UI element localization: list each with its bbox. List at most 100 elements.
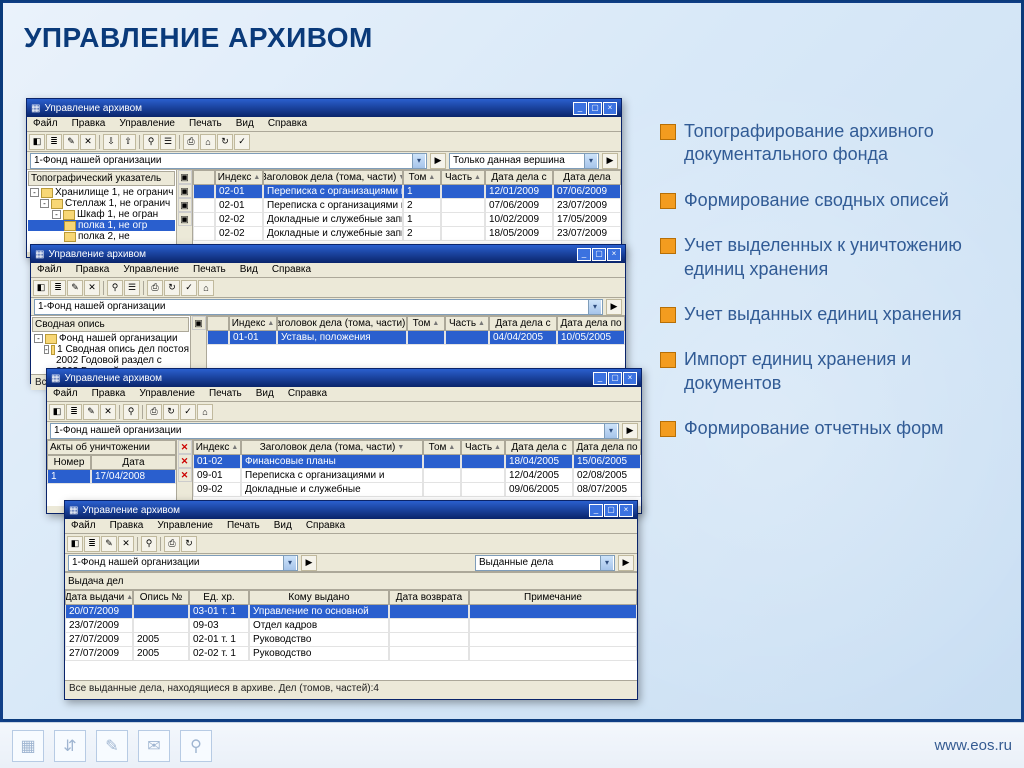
fund-combo[interactable]: 1-Фонд нашей организации (34, 299, 603, 315)
fund-combo[interactable]: 1-Фонд нашей организации (50, 423, 619, 439)
col-date[interactable]: Дата (91, 455, 176, 470)
col-part[interactable]: Часть (461, 440, 505, 455)
col-part[interactable]: Часть (445, 316, 489, 331)
go-icon[interactable]: ▶ (602, 153, 618, 169)
row-action-icon[interactable]: ▣ (192, 316, 206, 330)
col-title[interactable]: Заголовок дела (тома, части) (263, 170, 403, 185)
go-icon[interactable]: ▶ (430, 153, 446, 169)
tool-icon[interactable]: ≣ (84, 536, 100, 552)
tree-node[interactable]: 1 Сводная опись дел постоя (57, 344, 189, 355)
tool-icon[interactable]: ≣ (46, 134, 62, 150)
go-icon[interactable]: ▶ (301, 555, 317, 571)
delete-icon[interactable]: ✕ (178, 468, 192, 482)
menu-manage[interactable]: Управление (115, 117, 179, 131)
tree-node[interactable]: Стеллаж 1, не огранич (65, 198, 170, 209)
tool-icon[interactable]: ◧ (67, 536, 83, 552)
tool-icon[interactable]: ◧ (33, 280, 49, 296)
tool-icon[interactable]: ⚲ (123, 404, 139, 420)
tool-icon[interactable]: ☰ (124, 280, 140, 296)
menu-view[interactable]: Вид (252, 387, 278, 401)
menu-view[interactable]: Вид (270, 519, 296, 533)
col-date-to[interactable]: Дата дела по (573, 440, 641, 455)
menu-help[interactable]: Справка (264, 117, 311, 131)
menu-edit[interactable]: Правка (68, 117, 110, 131)
close-icon[interactable]: × (623, 372, 637, 385)
tool-icon[interactable]: ⚲ (143, 134, 159, 150)
titlebar[interactable]: ▦Управление архивом _▢× (47, 369, 641, 387)
go-icon[interactable]: ▶ (618, 555, 634, 571)
menu-help[interactable]: Справка (268, 263, 315, 277)
tool-icon[interactable]: ✕ (80, 134, 96, 150)
table-row[interactable]: 01-01Уставы, положения04/04/200510/05/20… (207, 331, 625, 345)
maximize-icon[interactable]: ▢ (608, 372, 622, 385)
tool-icon[interactable]: ⎙ (146, 404, 162, 420)
titlebar[interactable]: ▦Управление архивом _▢× (31, 245, 625, 263)
menu-print[interactable]: Печать (185, 117, 226, 131)
maximize-icon[interactable]: ▢ (588, 102, 602, 115)
delete-icon[interactable]: ✕ (178, 454, 192, 468)
fund-combo[interactable]: 1-Фонд нашей организации (68, 555, 298, 571)
col-tom[interactable]: Том (407, 316, 445, 331)
tool-icon[interactable]: ⌂ (200, 134, 216, 150)
minimize-icon[interactable]: _ (589, 504, 603, 517)
tool-icon[interactable]: ↻ (181, 536, 197, 552)
col-note[interactable]: Примечание (469, 590, 637, 605)
table-row[interactable]: 09-02Докладные и служебные09/06/200508/0… (193, 483, 641, 497)
tool-icon[interactable]: ✓ (234, 134, 250, 150)
col-index[interactable]: Индекс (215, 170, 263, 185)
col-index[interactable]: Индекс (193, 440, 241, 455)
menu-file[interactable]: Файл (49, 387, 82, 401)
tree-node[interactable]: полка 1, не огр (78, 220, 147, 231)
tool-icon[interactable]: ◧ (49, 404, 65, 420)
col-icon[interactable] (193, 170, 215, 185)
tool-icon[interactable]: ✎ (67, 280, 83, 296)
tree-node[interactable]: Шкаф 1, не огран (77, 209, 158, 220)
col-issued-to[interactable]: Кому выдано (249, 590, 389, 605)
col-number[interactable]: Номер (47, 455, 91, 470)
row-action-icon[interactable]: ▣ (178, 212, 192, 226)
tree-panel[interactable]: Топографический указатель -Хранилище 1, … (27, 170, 177, 252)
table-row[interactable]: 20/07/200903-01 т. 1Управление по основн… (65, 605, 637, 619)
titlebar[interactable]: ▦Управление архивом _▢× (65, 501, 637, 519)
tool-icon[interactable]: ⌂ (197, 404, 213, 420)
tool-icon[interactable]: ◧ (29, 134, 45, 150)
tool-icon[interactable]: ✕ (84, 280, 100, 296)
minimize-icon[interactable]: _ (593, 372, 607, 385)
col-tom[interactable]: Том (423, 440, 461, 455)
col-title[interactable]: Заголовок дела (тома, части) (241, 440, 423, 455)
fund-combo[interactable]: 1-Фонд нашей организации (30, 153, 427, 169)
grid[interactable]: Индекс Заголовок дела (тома, части) Том … (207, 316, 625, 374)
tool-icon[interactable]: ⚲ (107, 280, 123, 296)
tool-icon[interactable]: ⎙ (147, 280, 163, 296)
filter-combo[interactable]: Только данная вершина (449, 153, 599, 169)
col-tom[interactable]: Том (403, 170, 441, 185)
col-date-to[interactable]: Дата дела (553, 170, 621, 185)
grid[interactable]: Дата выдачи Опись № Ед. хр. Кому выдано … (65, 590, 637, 680)
menu-view[interactable]: Вид (232, 117, 258, 131)
list-item[interactable]: 117/04/2008 (47, 470, 176, 484)
tree-node[interactable]: Фонд нашей организации (59, 333, 178, 344)
table-row[interactable]: 23/07/200909-03Отдел кадров (65, 619, 637, 633)
tool-icon[interactable]: ✎ (83, 404, 99, 420)
go-icon[interactable]: ▶ (622, 423, 638, 439)
delete-icon[interactable]: ✕ (178, 440, 192, 454)
menu-print[interactable]: Печать (205, 387, 246, 401)
tool-icon[interactable]: ☰ (160, 134, 176, 150)
tool-icon[interactable]: ✕ (118, 536, 134, 552)
tool-icon[interactable]: ⎙ (164, 536, 180, 552)
tool-icon[interactable]: ✓ (181, 280, 197, 296)
menubar[interactable]: Файл Правка Управление Печать Вид Справк… (65, 519, 637, 534)
table-row[interactable]: 02-01Переписка с организациями и112/01/2… (193, 185, 621, 199)
tool-icon[interactable]: ≣ (50, 280, 66, 296)
col-index[interactable]: Индекс (229, 316, 277, 331)
maximize-icon[interactable]: ▢ (604, 504, 618, 517)
col-title[interactable]: Заголовок дела (тома, части) (277, 316, 407, 331)
filter-combo[interactable]: Выданные дела (475, 555, 615, 571)
tree-node[interactable]: Хранилище 1, не огранич (55, 187, 173, 198)
tool-icon[interactable]: ✎ (101, 536, 117, 552)
menubar[interactable]: Файл Правка Управление Печать Вид Справк… (47, 387, 641, 402)
menu-edit[interactable]: Правка (106, 519, 148, 533)
minimize-icon[interactable]: _ (577, 248, 591, 261)
grid[interactable]: Индекс Заголовок дела (тома, части) Том … (193, 170, 621, 252)
tool-icon[interactable]: ↻ (164, 280, 180, 296)
